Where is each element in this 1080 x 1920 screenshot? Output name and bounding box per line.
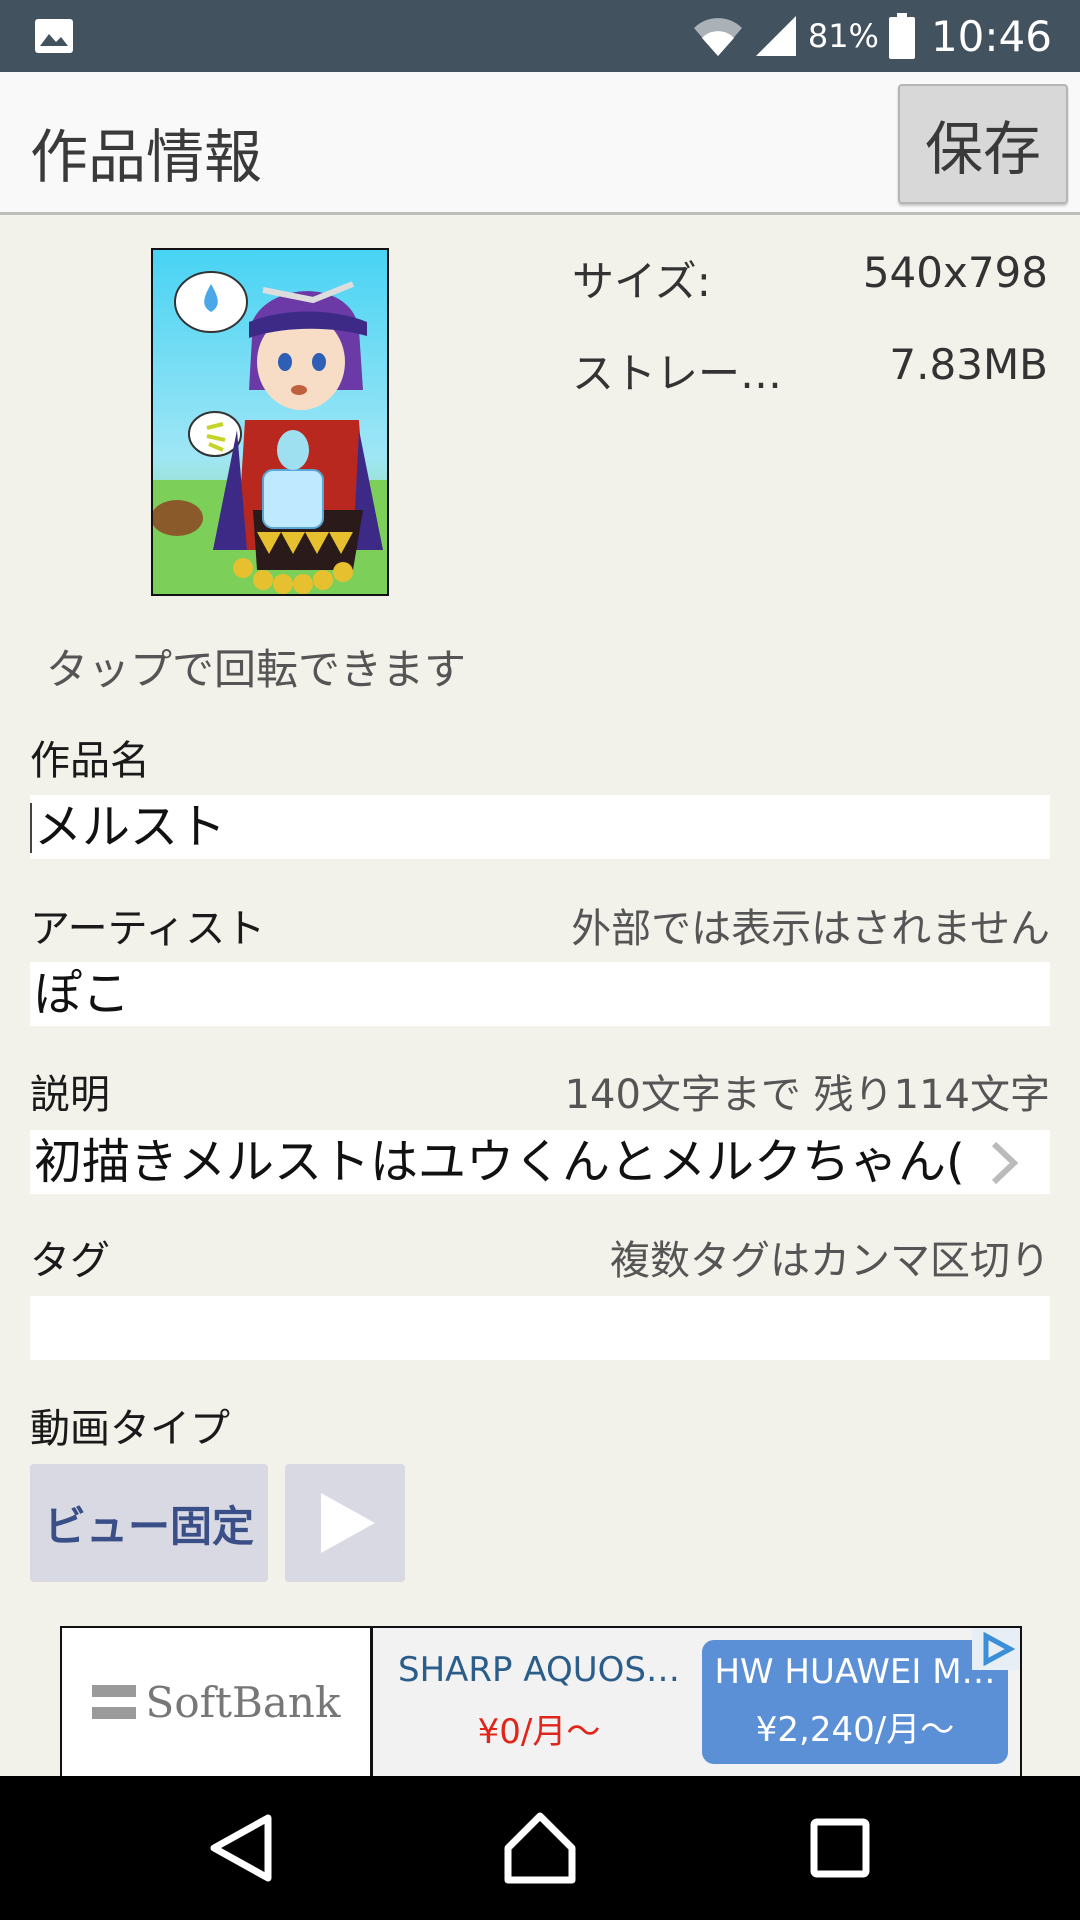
softbank-logo-icon (91, 1685, 136, 1719)
page-title: 作品情報 (30, 123, 263, 191)
ad-item-2-price: ¥2,240/月〜 (755, 1710, 955, 1750)
ad-item-2[interactable]: HW HUAWEI M… ¥2,240/月〜 (702, 1640, 1008, 1764)
ad-logo-text: SoftBank (145, 1677, 341, 1727)
tags-label: タグ (30, 1238, 110, 1284)
save-button[interactable]: 保存 (898, 84, 1068, 204)
size-label: サイズ: (572, 257, 711, 306)
ad-item-1-name: SHARP AQUOS… (398, 1650, 680, 1690)
artist-note: 外部では表示はされません (571, 906, 1050, 952)
size-value: 540x798 (862, 248, 1048, 297)
ad-logo[interactable]: SoftBank (62, 1628, 373, 1776)
tags-input[interactable] (30, 1296, 1050, 1360)
app-header: 作品情報 保存 (0, 72, 1080, 215)
description-char-count: 140文字まで 残り114文字 (564, 1072, 1050, 1118)
battery-percent: 81% (807, 17, 879, 55)
video-type-label: 動画タイプ (30, 1406, 230, 1452)
text-caret (30, 803, 32, 853)
artist-input[interactable]: ぽこ (30, 962, 1050, 1026)
view-fixed-button[interactable]: ビュー固定 (30, 1464, 268, 1582)
signal-icon (755, 16, 796, 56)
artwork-image (153, 250, 387, 594)
back-icon[interactable] (202, 1808, 282, 1888)
ad-item-2-name: HW HUAWEI M… (714, 1652, 996, 1692)
storage-label: ストレー… (572, 349, 783, 398)
ad-item-1[interactable]: SHARP AQUOS… ¥0/月〜 (374, 1628, 704, 1776)
title-input-value: メルスト (34, 799, 227, 855)
tags-note: 複数タグはカンマ区切り (610, 1238, 1050, 1284)
play-button[interactable] (285, 1464, 405, 1582)
status-bar: 81% 10:46 (0, 0, 1080, 72)
title-input[interactable]: メルスト (30, 795, 1050, 859)
battery-icon (888, 13, 915, 59)
play-icon (321, 1493, 375, 1553)
tags-input-value (30, 1300, 34, 1356)
storage-value: 7.83MB (889, 340, 1048, 389)
clock: 10:46 (930, 11, 1052, 61)
description-value: 初描きメルストはユウくんとメルクちゃん( (34, 1134, 965, 1190)
description-label: 説明 (30, 1072, 110, 1118)
chevron-right-icon[interactable] (978, 1138, 1028, 1188)
ad-banner[interactable]: SoftBank SHARP AQUOS… ¥0/月〜 HW HUAWEI M…… (60, 1626, 1022, 1778)
image-icon (35, 19, 73, 53)
recents-icon[interactable] (800, 1808, 880, 1888)
ad-item-1-price: ¥0/月〜 (477, 1712, 601, 1752)
wifi-icon (693, 18, 742, 56)
artist-input-value: ぽこ (34, 966, 131, 1022)
home-icon[interactable] (500, 1808, 580, 1888)
adchoices-icon[interactable] (972, 1628, 1020, 1670)
description-field[interactable]: 初描きメルストはユウくんとメルクちゃん( (30, 1130, 1050, 1194)
artist-label: アーティスト (30, 906, 266, 952)
rotate-hint: タップで回転できます (46, 645, 467, 694)
navigation-bar (0, 1776, 1080, 1920)
title-label: 作品名 (30, 738, 150, 784)
artwork-thumbnail[interactable] (151, 248, 389, 596)
